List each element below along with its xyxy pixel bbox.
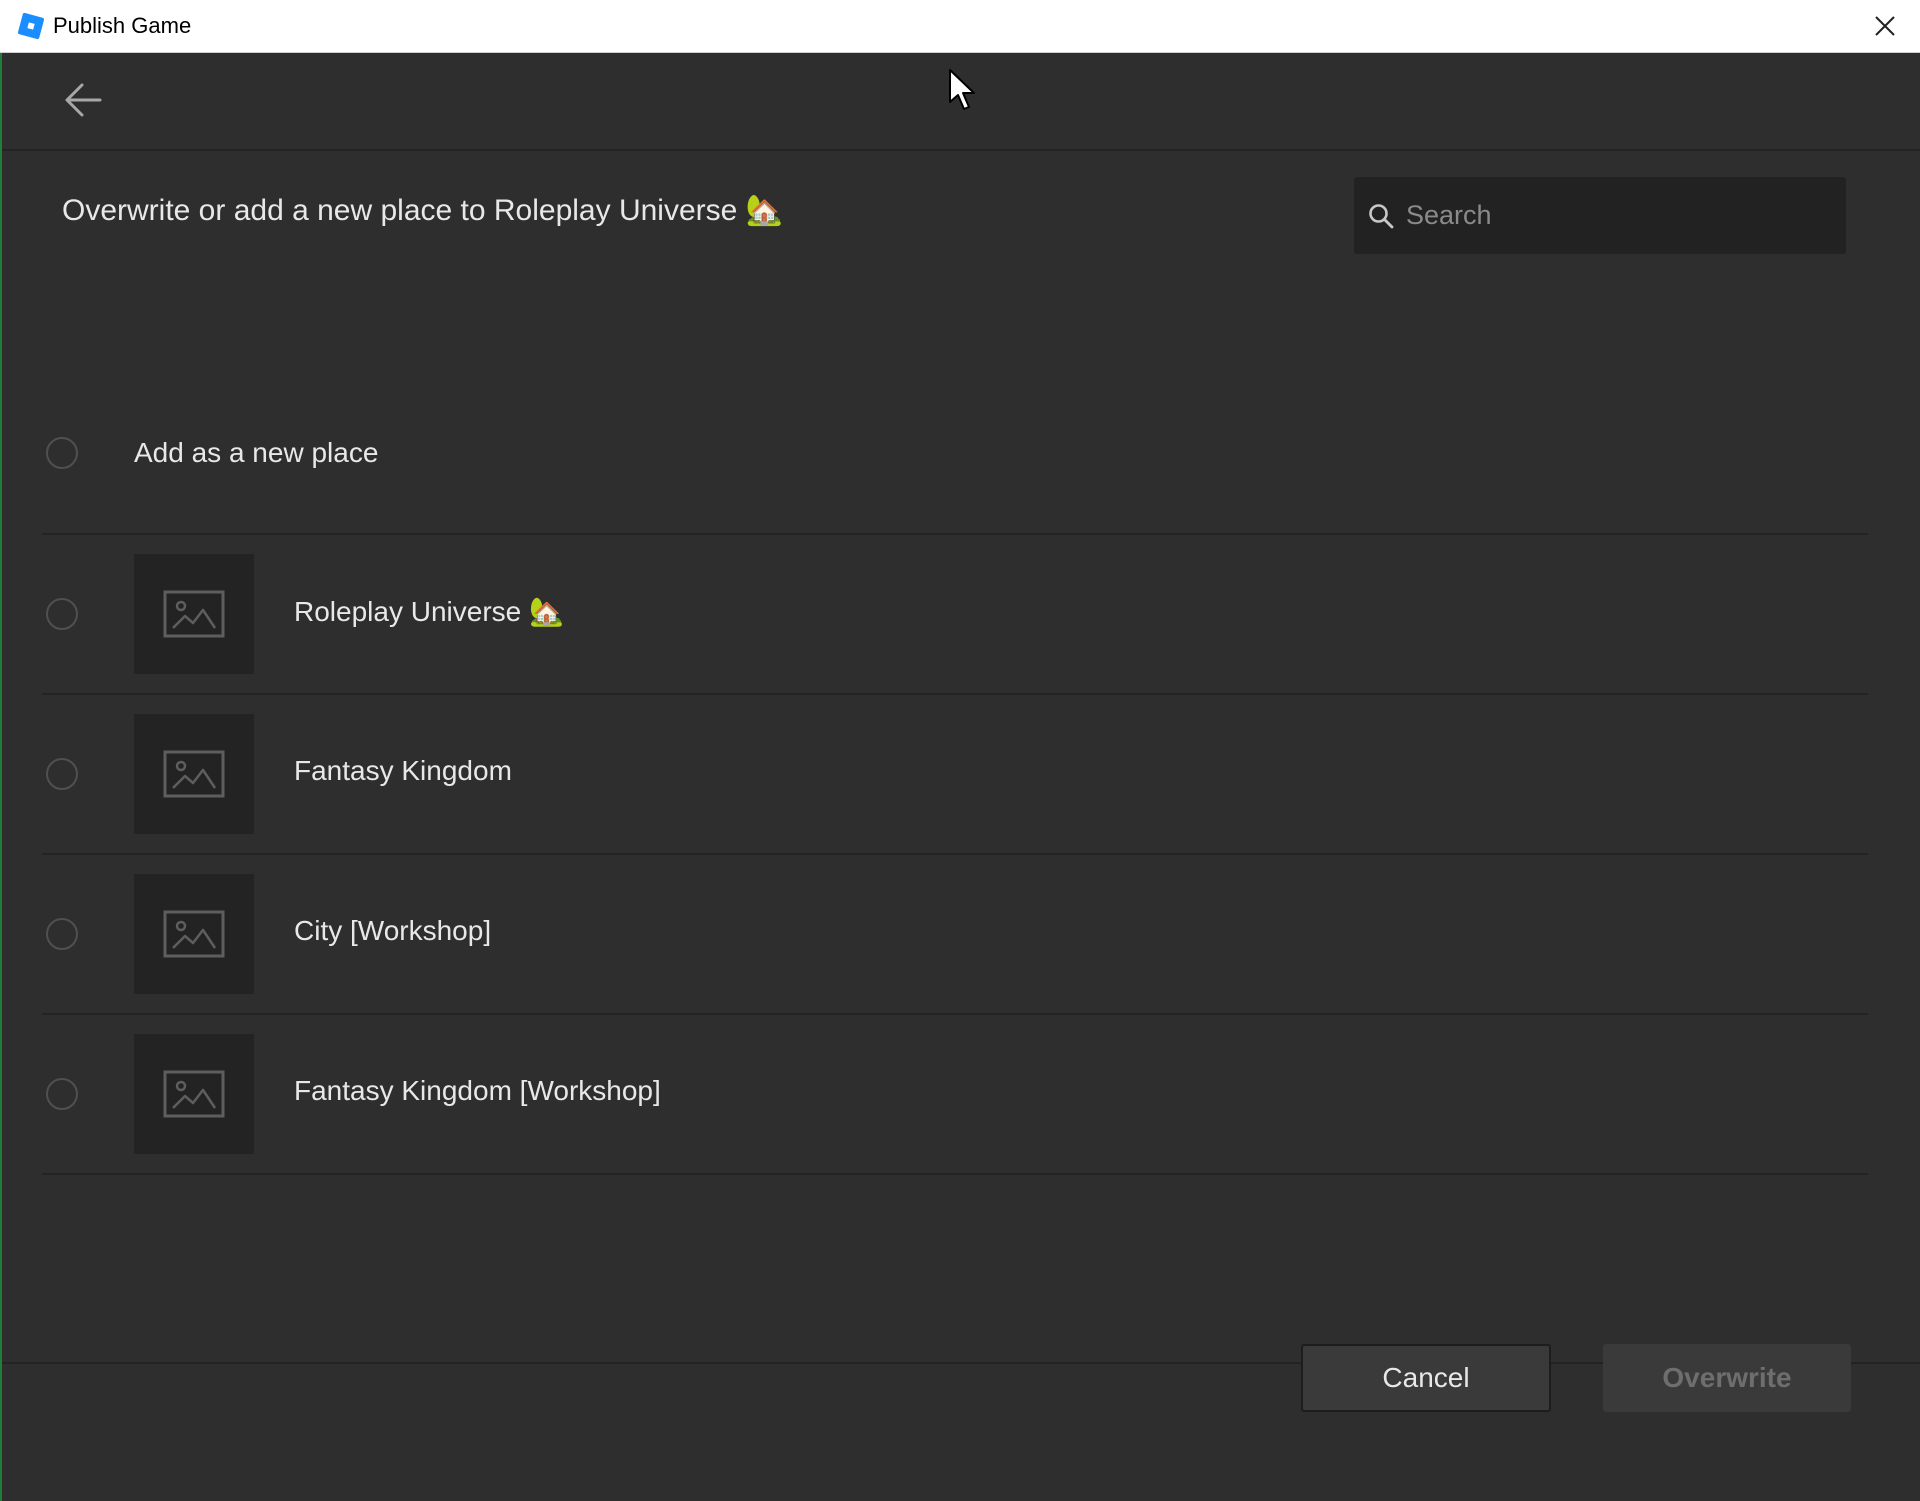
- list-item[interactable]: Fantasy Kingdom: [42, 695, 1868, 855]
- cancel-button[interactable]: Cancel: [1301, 1344, 1551, 1412]
- image-placeholder-icon: [163, 590, 225, 638]
- image-placeholder-icon: [163, 1070, 225, 1118]
- radio-button[interactable]: [46, 598, 78, 630]
- list-item[interactable]: Roleplay Universe 🏡: [42, 535, 1868, 695]
- place-thumbnail: [134, 714, 254, 834]
- radio-button[interactable]: [46, 918, 78, 950]
- place-name: Fantasy Kingdom [Workshop]: [294, 1075, 661, 1106]
- place-name: Roleplay Universe 🏡: [294, 596, 564, 627]
- list-item[interactable]: City [Workshop]: [42, 855, 1868, 1015]
- place-thumbnail: [134, 1034, 254, 1154]
- overwrite-button[interactable]: Overwrite: [1603, 1344, 1851, 1412]
- close-button[interactable]: [1850, 0, 1920, 52]
- search-icon: [1366, 201, 1396, 231]
- radio-button[interactable]: [46, 758, 78, 790]
- add-new-place-option[interactable]: Add as a new place: [42, 375, 1868, 535]
- arrow-left-icon: [65, 83, 102, 117]
- mouse-cursor-icon: [949, 69, 975, 110]
- roblox-studio-logo-icon: [17, 12, 45, 40]
- search-input[interactable]: [1404, 184, 1846, 247]
- list-item[interactable]: Fantasy Kingdom [Workshop]: [42, 1015, 1868, 1175]
- back-button[interactable]: [58, 75, 108, 125]
- close-icon: [1875, 16, 1895, 36]
- place-name: City [Workshop]: [294, 915, 492, 946]
- radio-button[interactable]: [46, 1078, 78, 1110]
- window-titlebar: Publish Game: [0, 0, 1920, 53]
- page-title: Overwrite or add a new place to Roleplay…: [62, 194, 784, 227]
- publish-dialog: Overwrite or add a new place to Roleplay…: [2, 53, 1920, 1501]
- image-placeholder-icon: [163, 750, 225, 798]
- image-placeholder-icon: [163, 910, 225, 958]
- place-list: Add as a new place Roleplay Universe 🏡 F…: [42, 375, 1868, 1175]
- window-title: Publish Game: [53, 13, 192, 38]
- place-name: Fantasy Kingdom: [294, 755, 512, 786]
- search-box[interactable]: [1354, 177, 1846, 254]
- place-thumbnail: [134, 874, 254, 994]
- radio-button[interactable]: [46, 437, 78, 469]
- option-label: Add as a new place: [134, 437, 379, 468]
- place-thumbnail: [134, 554, 254, 674]
